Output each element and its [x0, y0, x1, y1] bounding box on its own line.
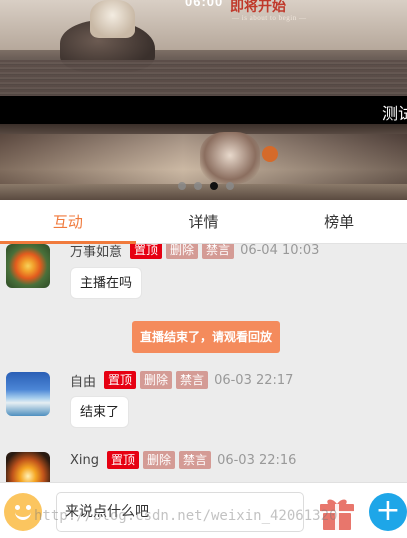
tab-interaction[interactable]: 互动 — [0, 200, 136, 244]
carousel-dot[interactable] — [194, 182, 202, 190]
pin-button[interactable]: 置顶 — [104, 371, 137, 389]
carousel-dot[interactable] — [178, 182, 186, 190]
chat-message: 自由 置顶 删除 禁言 06-03 22:17 结束了 — [0, 368, 407, 438]
chat-list[interactable]: 万事如意 置顶 删除 禁言 06-04 10:03 主播在吗 直播结束了，请观看… — [0, 244, 407, 482]
banner-player — [200, 132, 260, 184]
marquee-bar: 测试 — [0, 96, 407, 124]
nickname: Xing — [70, 452, 100, 468]
carousel-dots — [178, 182, 234, 190]
gift-icon[interactable] — [318, 495, 356, 531]
sea-avatar[interactable] — [6, 372, 50, 416]
tab-ranking[interactable]: 榜单 — [271, 200, 407, 243]
tab-details[interactable]: 详情 — [136, 200, 272, 243]
delete-button[interactable]: 删除 — [143, 451, 176, 469]
add-button[interactable]: + — [369, 493, 407, 531]
pin-button[interactable]: 置顶 — [130, 244, 163, 259]
banner-ball — [262, 146, 278, 162]
input-bar: + — [0, 482, 407, 538]
mute-button[interactable]: 禁言 — [179, 451, 212, 469]
chat-input[interactable] — [56, 492, 304, 532]
nickname: 万事如意 — [70, 244, 123, 260]
message-bubble: 结束了 — [70, 396, 130, 428]
message-meta: 万事如意 置顶 删除 禁言 06-04 10:03 — [70, 244, 319, 260]
mute-button[interactable]: 禁言 — [176, 371, 209, 389]
starting-soon-subtitle: — is about to begin — — [232, 14, 307, 22]
live-cover[interactable]: 06:00 即将开始 — is about to begin — — [0, 0, 407, 96]
fire-avatar[interactable] — [6, 452, 50, 482]
message-time: 06-03 22:17 — [214, 372, 294, 388]
system-notice: 直播结束了，请观看回放 — [132, 321, 280, 353]
mute-button[interactable]: 禁言 — [202, 244, 235, 259]
cover-statue — [90, 0, 135, 38]
emoji-mouth — [15, 511, 31, 520]
tab-bar: 互动 详情 榜单 — [0, 200, 407, 244]
cover-water — [0, 60, 407, 96]
delete-button[interactable]: 删除 — [140, 371, 173, 389]
chat-message: Xing 置顶 删除 禁言 06-03 22:16 — [0, 448, 407, 482]
message-meta: 自由 置顶 删除 禁言 06-03 22:17 — [70, 370, 293, 390]
carousel-dot[interactable] — [226, 182, 234, 190]
pin-button[interactable]: 置顶 — [107, 451, 140, 469]
carousel-dot-active[interactable] — [210, 182, 218, 190]
emoji-icon[interactable] — [4, 493, 42, 531]
message-meta: Xing 置顶 删除 禁言 06-03 22:16 — [70, 450, 296, 470]
message-time: 06-04 10:03 — [240, 244, 320, 258]
countdown-text: 06:00 — [185, 0, 224, 9]
marquee-text: 测试 — [382, 104, 407, 123]
delete-button[interactable]: 删除 — [166, 244, 199, 259]
message-time: 06-03 22:16 — [217, 452, 297, 468]
message-bubble: 主播在吗 — [70, 267, 143, 299]
chat-message: 万事如意 置顶 删除 禁言 06-04 10:03 主播在吗 — [0, 244, 407, 300]
flower-avatar[interactable] — [6, 244, 50, 288]
nickname: 自由 — [70, 374, 97, 390]
